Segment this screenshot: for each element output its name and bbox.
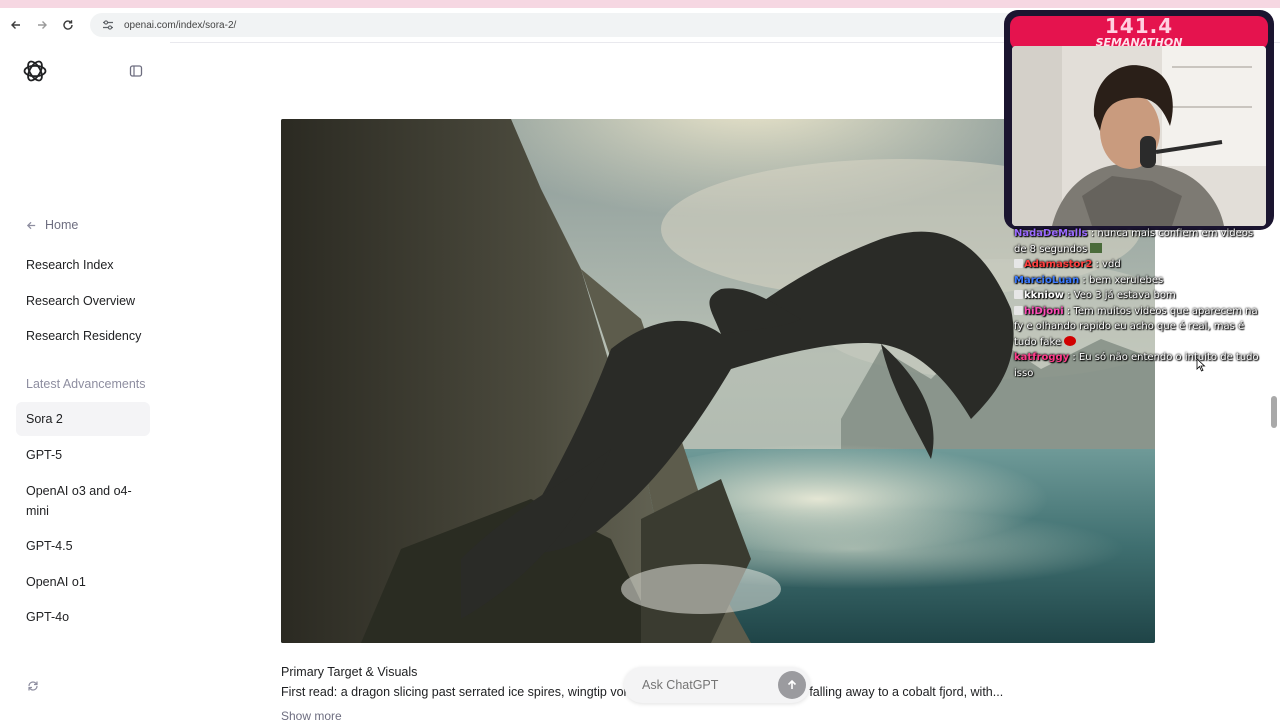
url-field[interactable]: openai.com/index/sora-2/	[90, 13, 1032, 37]
chat-message: Adamastor2 : vdd	[1014, 257, 1266, 273]
arrow-up-icon	[787, 679, 797, 689]
emote-icon	[1090, 242, 1103, 253]
sidebar-toggle-icon[interactable]	[129, 64, 143, 78]
chat-text: : vdd	[1095, 259, 1121, 270]
reload-icon	[63, 20, 73, 30]
arrow-left-icon	[26, 221, 36, 229]
browser-top-strip	[0, 0, 1280, 8]
chat-text: : bem xerulebes	[1082, 274, 1164, 286]
back-button[interactable]	[4, 13, 28, 37]
semanathon-counter: 141.4	[1104, 14, 1174, 38]
streamer-webcam-overlay: 141.4 SEMANATHON	[1004, 10, 1274, 230]
sidebar-item-research-overview[interactable]: Research Overview	[26, 291, 146, 311]
sidebar-item-gpt-4-5[interactable]: GPT-4.5	[26, 536, 146, 556]
forward-button[interactable]	[30, 13, 54, 37]
refresh-icon[interactable]	[26, 679, 40, 693]
badge-icon	[1014, 259, 1023, 268]
badge-icon	[1014, 290, 1023, 299]
openai-logo-icon[interactable]	[22, 58, 48, 84]
sidebar-item-sora-2[interactable]: Sora 2	[26, 409, 146, 429]
arrow-left-icon	[11, 21, 20, 29]
send-button[interactable]	[778, 671, 806, 699]
sidebar-item-openai-o1[interactable]: OpenAI o1	[26, 572, 146, 592]
chat-message: MarcioLuan : bem xerulebes	[1014, 273, 1266, 289]
chat-username: NadaDeMalls	[1014, 228, 1088, 239]
show-more-link[interactable]: Show more	[281, 709, 342, 723]
chat-username: katfroggy	[1014, 352, 1070, 363]
chat-username: MarcioLuan	[1014, 274, 1080, 286]
chat-message: NadaDeMalls : nunca mais confiem em vide…	[1014, 226, 1266, 257]
chat-username: Adamastor2	[1024, 259, 1093, 270]
home-label: Home	[45, 218, 79, 232]
sidebar-item-gpt-5[interactable]: GPT-5	[26, 445, 146, 465]
chat-message: kkniow : Veo 3 já estava bom	[1014, 288, 1266, 304]
chat-text: : Veo 3 já estava bom	[1067, 290, 1176, 301]
url-text: openai.com/index/sora-2/	[124, 19, 237, 31]
chat-message: katfroggy : Eu só não entendo o intuito …	[1014, 350, 1266, 381]
chat-username: kkniow	[1024, 290, 1064, 301]
home-link[interactable]: Home	[26, 218, 78, 232]
chat-message: hiDjoni : Tem muitos videos que aparecem…	[1014, 304, 1266, 351]
reload-button[interactable]	[56, 13, 80, 37]
section-label-latest-advancements: Latest Advancements	[26, 377, 146, 391]
stream-chat-overlay: NadaDeMalls : nunca mais confiem em vide…	[1014, 226, 1266, 381]
webcam-feed	[1012, 46, 1266, 226]
badge-icon	[1014, 305, 1023, 315]
mouse-cursor-icon	[1196, 358, 1206, 372]
site-settings-icon[interactable]	[102, 18, 116, 32]
semanathon-banner: 141.4 SEMANATHON	[1010, 14, 1268, 50]
sidebar: Home Research Index Research Overview Re…	[0, 42, 170, 720]
emote-icon	[1064, 335, 1077, 346]
sidebar-item-research-index[interactable]: Research Index	[26, 255, 146, 275]
page-scrollbar[interactable]	[1271, 396, 1277, 428]
sidebar-item-research-residency[interactable]: Research Residency	[26, 326, 146, 346]
sidebar-item-gpt-4o[interactable]: GPT-4o	[26, 607, 146, 627]
ask-chatgpt-input[interactable]	[640, 677, 764, 693]
chat-username: hiDjoni	[1024, 305, 1064, 317]
arrow-right-icon	[38, 21, 47, 29]
sidebar-item-o3-o4-mini[interactable]: OpenAI o3 and o4-mini	[26, 481, 146, 521]
ask-chatgpt-bar	[624, 667, 810, 703]
caption-title: Primary Target & Visuals	[281, 665, 418, 679]
